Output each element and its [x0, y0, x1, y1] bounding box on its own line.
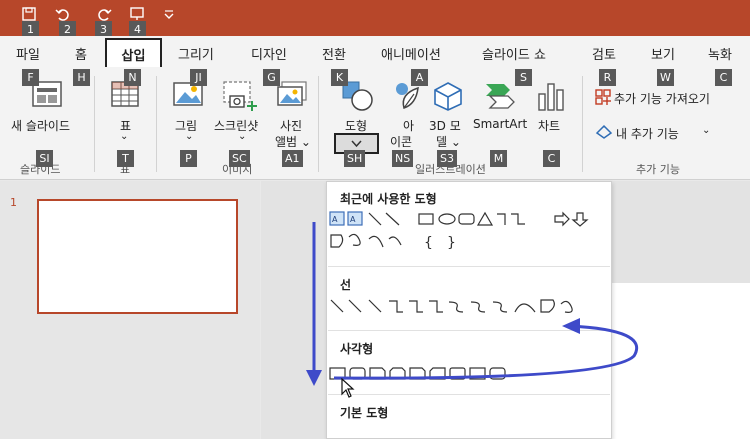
- keytip: SH: [344, 150, 366, 167]
- keytip: R: [599, 69, 616, 86]
- keytip: C: [543, 150, 560, 167]
- keytip: G: [263, 69, 280, 86]
- keytip: C: [715, 69, 732, 86]
- slide-thumbnail[interactable]: [37, 199, 238, 314]
- get-addins-button[interactable]: 추가 기능 가져오기: [614, 90, 710, 107]
- divider: [328, 330, 610, 331]
- keytip: A: [411, 69, 428, 86]
- tab-file[interactable]: 파일: [16, 44, 40, 63]
- photo-album-icon[interactable]: [276, 80, 308, 112]
- 3d-models-label[interactable]: 델 ⌄: [436, 133, 461, 150]
- group-separator: [318, 76, 319, 172]
- chevron-down-icon[interactable]: ⌄: [185, 131, 193, 142]
- tab-record[interactable]: 녹화: [708, 44, 732, 63]
- group-separator: [94, 76, 95, 172]
- shapes-button[interactable]: 도형: [345, 117, 367, 134]
- tab-slideshow[interactable]: 슬라이드 쇼: [482, 44, 546, 63]
- customize-qat-icon[interactable]: [160, 6, 178, 24]
- section-rectangles: 사각형: [340, 342, 374, 356]
- 3d-models-icon[interactable]: [432, 80, 464, 116]
- keytip: SI: [36, 150, 53, 167]
- svg-text:}: }: [447, 235, 456, 251]
- keytip: SC: [229, 150, 250, 167]
- group-separator: [582, 76, 583, 172]
- 3d-models-button[interactable]: 3D 모: [429, 117, 461, 134]
- tab-view[interactable]: 보기: [651, 44, 675, 63]
- keytip: P: [180, 150, 197, 167]
- tab-design[interactable]: 디자인: [251, 44, 287, 63]
- keytip: NS: [392, 150, 414, 167]
- tab-home[interactable]: 홈: [75, 44, 87, 63]
- my-addins-button[interactable]: 내 추가 기능: [616, 125, 679, 142]
- smartart-button[interactable]: SmartArt: [473, 117, 527, 131]
- chart-button[interactable]: 차트: [538, 117, 560, 134]
- chevron-down-icon[interactable]: ⌄: [238, 131, 246, 142]
- icons-button[interactable]: 아: [403, 117, 414, 134]
- keytip: A1: [282, 150, 303, 167]
- photo-album-button[interactable]: 사진: [280, 117, 302, 134]
- divider: [328, 394, 610, 395]
- group-separator: [156, 76, 157, 172]
- chart-icon[interactable]: [536, 80, 566, 116]
- chevron-down-icon[interactable]: ⌄: [702, 125, 710, 136]
- new-slide-button[interactable]: 새 슬라이드: [11, 117, 70, 134]
- slide-editor[interactable]: [608, 283, 750, 439]
- slide-number: 1: [10, 196, 17, 209]
- keytip: K: [331, 69, 348, 86]
- keytip: JI: [190, 69, 207, 86]
- my-addins-icon[interactable]: [595, 124, 613, 144]
- keytip: W: [657, 69, 674, 86]
- tab-transitions[interactable]: 전환: [322, 44, 346, 63]
- keytip: S3: [437, 150, 457, 167]
- svg-text:A: A: [332, 215, 338, 224]
- recent-shapes-grid[interactable]: A A { }: [329, 211, 599, 253]
- section-recent-shapes: 최근에 사용한 도형: [340, 192, 437, 206]
- screenshot-button[interactable]: 스크린샷: [214, 117, 258, 134]
- tab-animations[interactable]: 애니메이션: [381, 44, 441, 63]
- section-lines: 선: [340, 278, 352, 292]
- mouse-cursor-icon: [341, 377, 355, 402]
- keytip: H: [73, 69, 90, 86]
- section-basic-shapes: 기본 도형: [340, 406, 389, 420]
- chevron-down-icon[interactable]: ⌄: [120, 131, 128, 142]
- smartart-icon[interactable]: [484, 80, 518, 114]
- group-label-addins: 추가 기능: [636, 163, 680, 176]
- keytip: S: [515, 69, 532, 86]
- keytip: F: [22, 69, 39, 86]
- tab-review[interactable]: 검토: [592, 44, 616, 63]
- svg-text:A: A: [350, 215, 356, 224]
- tab-draw[interactable]: 그리기: [178, 44, 214, 63]
- icons-label[interactable]: 이콘: [390, 133, 412, 150]
- lines-gallery[interactable]: [329, 298, 599, 316]
- store-icon[interactable]: [594, 88, 612, 110]
- keytip: N: [124, 69, 141, 86]
- keytip: T: [117, 150, 134, 167]
- screenshot-icon[interactable]: [222, 80, 258, 116]
- keytip: M: [490, 150, 507, 167]
- divider: [328, 266, 610, 267]
- photo-album-label[interactable]: 앨범 ⌄: [275, 133, 311, 150]
- tab-insert[interactable]: 삽입: [105, 38, 162, 67]
- svg-text:{: {: [424, 235, 433, 251]
- rectangles-gallery[interactable]: [329, 366, 529, 382]
